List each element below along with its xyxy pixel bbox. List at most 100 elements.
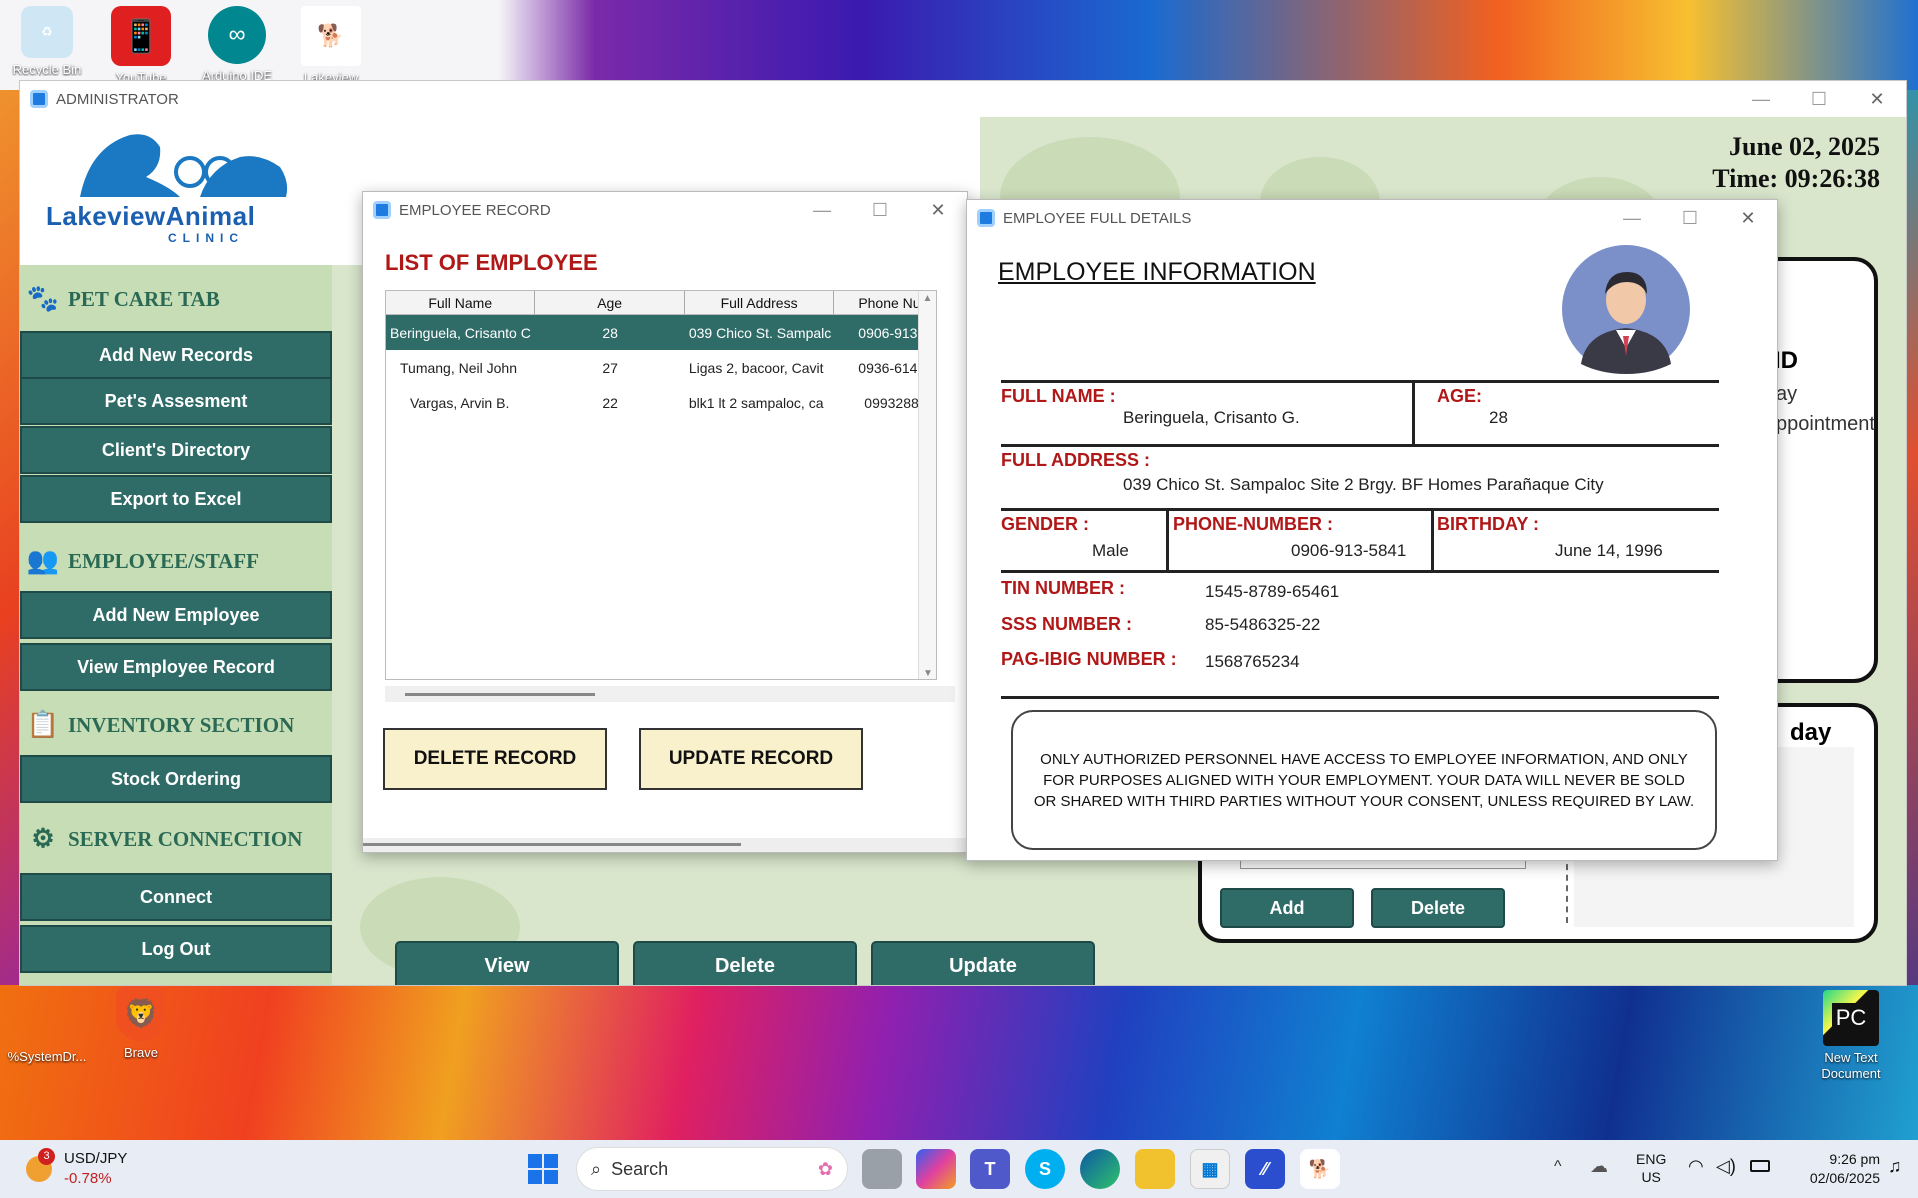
wallpaper-bottom — [0, 985, 1918, 1140]
app-icon — [30, 90, 48, 108]
section-title: PET CARE TAB — [68, 286, 220, 311]
clock-date: 02/06/2025 — [1809, 1170, 1880, 1186]
desktop-icon-youtube[interactable]: 📱 YouTube — [96, 6, 186, 84]
column-header[interactable]: Age — [535, 291, 685, 314]
language-indicator[interactable]: ENG US — [1636, 1150, 1666, 1186]
skype-icon[interactable]: S — [1025, 1149, 1065, 1189]
maximize-button[interactable]: ☐ — [851, 192, 909, 228]
lakeview-taskbar-icon[interactable]: 🐕 — [1300, 1149, 1340, 1189]
divider-line — [1431, 508, 1434, 572]
lakeview-icon: 🐕 — [301, 6, 361, 66]
log-out-button[interactable]: Log Out — [20, 925, 332, 973]
clock-time: 9:26 pm — [1829, 1151, 1880, 1167]
file-explorer-icon[interactable] — [1135, 1149, 1175, 1189]
copilot-icon[interactable] — [916, 1149, 956, 1189]
search-placeholder: Search — [611, 1158, 669, 1179]
pet-care-icon: 🐾 — [26, 284, 60, 313]
update-record-button[interactable]: UPDATE RECORD — [639, 728, 863, 790]
table-row[interactable]: Beringuela, Crisanto C 28 039 Chico St. … — [386, 315, 936, 350]
minimize-button[interactable]: — — [793, 192, 851, 228]
desktop-icon-brave[interactable]: 🦁 Brave — [96, 985, 186, 1061]
panel-text-fragment: day — [1790, 719, 1832, 746]
table-row[interactable]: Vargas, Arvin B. 22 blk1 lt 2 sampaloc, … — [386, 385, 936, 420]
clock[interactable]: 9:26 pm 02/06/2025 — [1780, 1150, 1880, 1188]
full-address-label: FULL ADDRESS : — [1001, 450, 1151, 470]
battery-icon[interactable] — [1750, 1160, 1770, 1172]
lang-top: ENG — [1636, 1151, 1667, 1167]
export-to-excel-button[interactable]: Export to Excel — [20, 475, 332, 523]
horizontal-scrollbar[interactable] — [385, 686, 955, 702]
birthday-value: June 14, 1996 — [1555, 541, 1663, 560]
vertical-scrollbar[interactable]: ▲ ▼ — [918, 291, 936, 679]
task-view-icon[interactable] — [862, 1149, 902, 1189]
desktop-icon-recycle-bin[interactable]: ♻ Recycle Bin — [2, 6, 92, 76]
scroll-thumb[interactable] — [405, 693, 595, 696]
cell-name: Beringuela, Crisanto C — [390, 324, 531, 341]
taskbar-search[interactable]: ⌕ Search ✿ — [576, 1147, 848, 1191]
add-button[interactable]: Add — [1220, 888, 1354, 928]
window-title: EMPLOYEE RECORD — [399, 201, 551, 219]
divider-line — [1166, 508, 1169, 572]
bottom-scrollbar[interactable] — [363, 838, 967, 852]
clients-directory-button[interactable]: Client's Directory — [20, 426, 332, 474]
birthday-label: BIRTHDAY : — [1437, 514, 1540, 534]
minimize-button[interactable]: — — [1732, 81, 1790, 117]
gender-label: GENDER : — [1001, 514, 1090, 534]
gender-value: Male — [1092, 541, 1129, 560]
weather-ticker[interactable]: 3 USD/JPY -0.78% — [22, 1148, 162, 1190]
add-new-employee-button[interactable]: Add New Employee — [20, 591, 332, 639]
column-header[interactable]: Full Address — [685, 291, 835, 314]
app-icon-blue[interactable]: ⁄⁄ — [1245, 1149, 1285, 1189]
app-icon — [977, 209, 995, 227]
column-header[interactable]: Full Name — [386, 291, 536, 314]
right-delete-button[interactable]: Delete — [1371, 888, 1505, 928]
maximize-button[interactable]: ☐ — [1661, 200, 1719, 236]
notification-bell-icon[interactable]: ♫ — [1888, 1156, 1902, 1177]
close-button[interactable]: ✕ — [1848, 81, 1906, 117]
maximize-button[interactable]: ☐ — [1790, 81, 1848, 117]
close-button[interactable]: ✕ — [1719, 200, 1777, 236]
search-icon: ⌕ — [591, 1158, 602, 1179]
minimize-button[interactable]: — — [1603, 200, 1661, 236]
sss-number-value: 85-5486325-22 — [1205, 615, 1321, 634]
teams-icon[interactable]: T — [970, 1149, 1010, 1189]
delete-record-button[interactable]: DELETE RECORD — [383, 728, 607, 790]
pagibig-number-value: 1568765234 — [1205, 652, 1300, 671]
phone-number-value: 0906-913-5841 — [1291, 541, 1407, 560]
logo-subtext: CLINIC — [168, 231, 244, 245]
tray-chevron-icon[interactable]: ^ — [1554, 1158, 1562, 1176]
panel-text-fragment: ay — [1776, 383, 1798, 405]
divider-line — [1001, 570, 1719, 573]
cell-name: Vargas, Arvin B. — [410, 394, 510, 411]
desktop-icon-arduino[interactable]: ∞ Arduino IDE — [192, 6, 282, 82]
view-employee-record-button[interactable]: View Employee Record — [20, 643, 332, 691]
section-title: INVENTORY SECTION — [68, 712, 295, 737]
scroll-thumb[interactable] — [363, 843, 741, 846]
desktop-icon-new-text-document[interactable]: PC New Text Document — [1806, 990, 1896, 1082]
full-name-label: FULL NAME : — [1001, 386, 1116, 406]
cell-address: blk1 lt 2 sampaloc, ca — [688, 394, 824, 411]
pagibig-number-label: PAG-IBIG NUMBER : — [1001, 649, 1177, 669]
volume-icon[interactable]: ◁) — [1716, 1156, 1736, 1177]
scroll-down-icon[interactable]: ▼ — [919, 668, 936, 679]
employee-record-window[interactable]: EMPLOYEE RECORD — ☐ ✕ LIST OF EMPLOYEE F… — [362, 191, 968, 853]
delete-button[interactable]: Delete — [633, 941, 857, 985]
wifi-icon[interactable]: ◠ — [1688, 1156, 1704, 1177]
table-row[interactable]: Tumang, Neil John 27 Ligas 2, bacoor, Ca… — [386, 350, 936, 385]
connect-button[interactable]: Connect — [20, 873, 332, 921]
update-button[interactable]: Update — [871, 941, 1095, 985]
stock-ordering-button[interactable]: Stock Ordering — [20, 755, 332, 803]
desktop-icon-systemdrive[interactable]: %SystemDr... — [2, 995, 92, 1065]
scroll-up-icon[interactable]: ▲ — [919, 293, 936, 304]
edge-icon[interactable] — [1080, 1149, 1120, 1189]
view-button[interactable]: View — [395, 941, 619, 985]
employee-details-window[interactable]: EMPLOYEE FULL DETAILS — ☐ ✕ EMPLOYEE INF… — [966, 199, 1778, 861]
employee-table[interactable]: Full Name Age Full Address Phone Nur Ber… — [385, 290, 937, 680]
tray-cloud-icon[interactable]: ☁ — [1590, 1156, 1608, 1177]
microsoft-store-icon[interactable]: ▦ — [1190, 1149, 1230, 1189]
add-new-records-button[interactable]: Add New Records — [20, 331, 332, 379]
close-button[interactable]: ✕ — [909, 192, 967, 228]
pets-assessment-button[interactable]: Pet's Assesment — [20, 377, 332, 425]
desktop-icon-lakeview[interactable]: 🐕 Lakeview — [286, 6, 376, 84]
start-button[interactable] — [523, 1149, 563, 1189]
